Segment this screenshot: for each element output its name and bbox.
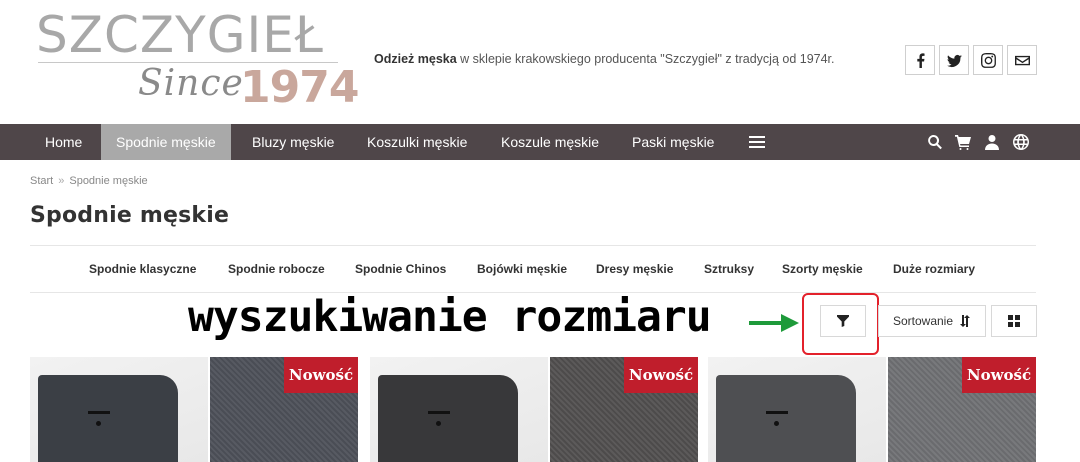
category-duze-rozmiary[interactable]: Duże rozmiary — [893, 262, 975, 276]
product-pants-image — [38, 375, 178, 462]
nav-item-koszule-meskie[interactable]: Koszule męskie — [486, 124, 614, 160]
site-logo[interactable]: SZCZYGIEŁ Since 1974 — [34, 6, 359, 116]
annotation-label: wyszukiwanie rozmiaru — [188, 292, 712, 342]
mail-link[interactable] — [1007, 45, 1037, 75]
sort-label: Sortowanie — [892, 314, 954, 328]
grid-view-button[interactable] — [991, 305, 1037, 337]
product-card[interactable]: Nowość — [708, 357, 1036, 462]
facebook-icon — [916, 52, 925, 68]
product-pants-image — [716, 375, 856, 462]
menu-icon[interactable] — [746, 124, 768, 160]
grid-view-icon — [1008, 315, 1020, 327]
nav-item-bluzy-meskie[interactable]: Bluzy męskie — [237, 124, 349, 160]
breadcrumb-home[interactable]: Start — [30, 175, 53, 187]
cart-icon[interactable] — [952, 124, 974, 160]
logo-year: 1974 — [240, 62, 359, 113]
user-icon[interactable] — [981, 124, 1003, 160]
new-badge: Nowość — [284, 357, 358, 393]
header-tagline: Odzież męska w sklepie krakowskiego prod… — [374, 52, 835, 66]
breadcrumb-separator: » — [58, 175, 65, 187]
pants-pocket — [88, 411, 110, 414]
mail-icon — [1014, 55, 1030, 65]
page-title: Spodnie męskie — [30, 203, 230, 228]
new-badge: Nowość — [624, 357, 698, 393]
product-image — [708, 357, 886, 462]
nav-item-paski-meskie[interactable]: Paski męskie — [617, 124, 729, 160]
annotation-arrow-icon — [749, 314, 799, 332]
product-card[interactable]: Nowość — [370, 357, 698, 462]
product-image — [30, 357, 208, 462]
pants-pocket — [428, 411, 450, 414]
globe-icon[interactable] — [1010, 124, 1032, 160]
nav-item-spodnie-meskie[interactable]: Spodnie męskie — [101, 124, 231, 160]
category-bojowki-meskie[interactable]: Bojówki męskie — [477, 262, 567, 276]
sort-icon — [960, 315, 971, 327]
main-navigation: Home Spodnie męskie Bluzy męskie Koszulk… — [0, 124, 1080, 160]
category-szorty-meskie[interactable]: Szorty męskie — [782, 262, 863, 276]
sort-button[interactable]: Sortowanie — [878, 305, 986, 337]
category-dresy-meskie[interactable]: Dresy męskie — [596, 262, 673, 276]
product-pants-image — [378, 375, 518, 462]
annotation-highlight-box — [802, 293, 879, 355]
logo-brand-name: SZCZYGIEŁ — [36, 6, 324, 64]
tagline-text: w sklepie krakowskiego producenta "Szczy… — [456, 52, 835, 66]
pants-pocket — [766, 411, 788, 414]
twitter-link[interactable] — [939, 45, 969, 75]
nav-item-home[interactable]: Home — [30, 124, 97, 160]
product-card[interactable]: Nowość — [30, 357, 358, 462]
pants-button — [436, 421, 441, 426]
category-spodnie-chinos[interactable]: Spodnie Chinos — [355, 262, 446, 276]
pants-button — [96, 421, 101, 426]
breadcrumb: Start » Spodnie męskie — [30, 175, 148, 187]
nav-item-koszulki-meskie[interactable]: Koszulki męskie — [352, 124, 482, 160]
logo-since-text: Since — [138, 63, 244, 104]
category-spodnie-klasyczne[interactable]: Spodnie klasyczne — [89, 262, 196, 276]
category-spodnie-robocze[interactable]: Spodnie robocze — [228, 262, 325, 276]
new-badge: Nowość — [962, 357, 1036, 393]
facebook-link[interactable] — [905, 45, 935, 75]
product-image — [370, 357, 548, 462]
breadcrumb-current: Spodnie męskie — [69, 175, 148, 187]
tagline-bold: Odzież męska — [374, 52, 457, 66]
twitter-icon — [946, 54, 962, 67]
site-header: SZCZYGIEŁ Since 1974 Odzież męska w skle… — [0, 0, 1080, 124]
instagram-link[interactable] — [973, 45, 1003, 75]
search-icon[interactable] — [924, 124, 946, 160]
instagram-icon — [980, 52, 996, 68]
divider — [30, 245, 1036, 246]
pants-button — [774, 421, 779, 426]
category-sztruksy[interactable]: Sztruksy — [704, 262, 754, 276]
